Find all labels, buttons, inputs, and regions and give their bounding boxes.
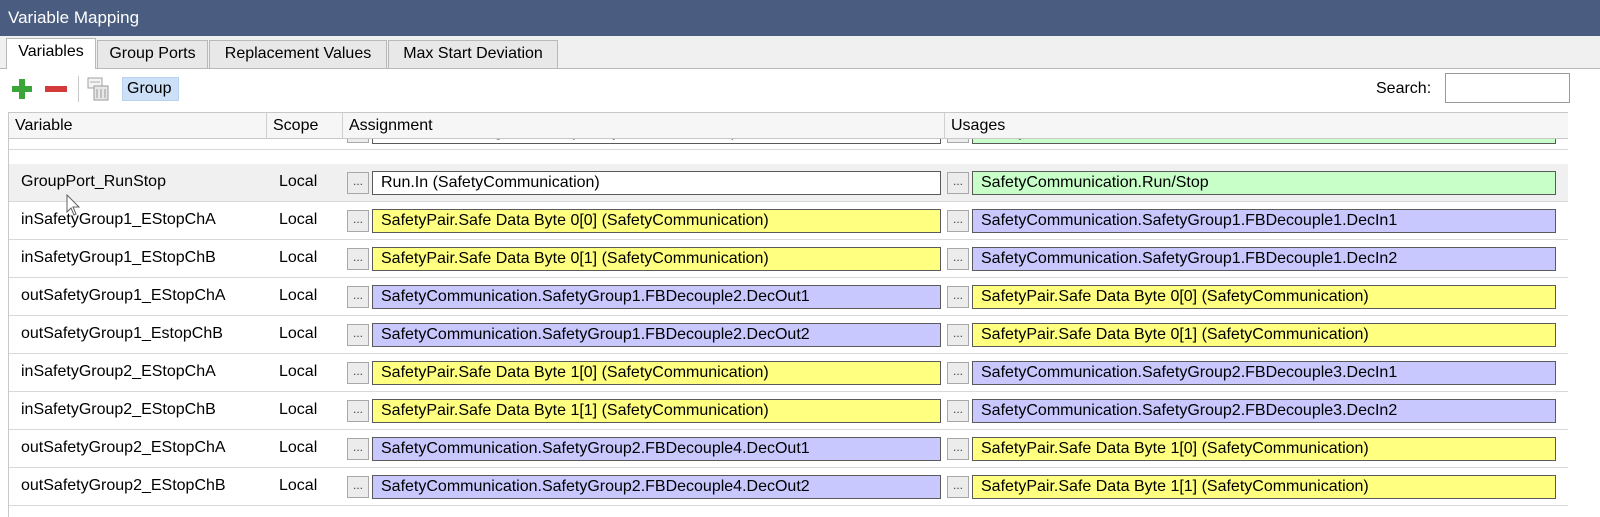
mouse-cursor-icon [66, 194, 81, 216]
table-row[interactable]: outSafetyGroup1_EStopChA Local... SafetyCo… [9, 278, 1568, 316]
usage-field[interactable]: SafetyPair.Safe Data Byte 0[0] (SafetyCo… [972, 285, 1556, 309]
column-header-variable[interactable]: Variable [9, 113, 267, 139]
usage-field[interactable]: SafetyCommunication.Run/Stop [972, 171, 1556, 195]
usage-browse-button[interactable]: ... [947, 324, 969, 346]
usage-browse-button[interactable]: ... [947, 210, 969, 232]
table-row[interactable]: inSafetyGroup2_EStopChA Local... SafetyPai… [9, 354, 1568, 392]
scope-value: Local [279, 325, 318, 342]
assignment-field[interactable]: SafetyCommunication.SafetyGroup2.FBDecou… [372, 475, 941, 499]
usage-browse-button[interactable]: ... [947, 438, 969, 460]
assignment-browse-button[interactable]: ... [347, 362, 369, 384]
assignment-field[interactable]: SafetyCommunication.SafetyGroup1.FBDecou… [372, 285, 941, 309]
assignment-field[interactable]: SafetyCommunication.SafetyGroup2.FBDecou… [372, 437, 941, 461]
usage-browse-button[interactable]: ... [947, 362, 969, 384]
variable-name: outSafetyGroup2_EStopChB [21, 477, 226, 494]
usage-browse-button[interactable]: ... [947, 172, 969, 194]
assignment-field[interactable]: SafetyCommunication.SafetyGroup1.FBDecou… [372, 323, 941, 347]
variable-name: inSafetyGroup1_EStopChA [21, 211, 216, 228]
usage-field[interactable]: SafetyCommunication.SafetyGroup1.FBDecou… [972, 247, 1556, 271]
assignment-field[interactable]: SafetyPair.Safe Data Byte 1[1] (SafetyCo… [372, 399, 941, 423]
assignment-browse-button[interactable]: ... [347, 400, 369, 422]
toolbar [0, 68, 1600, 110]
assignment-browse-button[interactable]: ... [347, 172, 369, 194]
table-row[interactable]: outSafetyGroup1_EstopChB Local... SafetyCo… [9, 316, 1568, 354]
usage-field[interactable]: SafetyCommunication.SafetyGroup2.FBDecou… [972, 399, 1556, 423]
assignment-field[interactable]: SafetyPair.Safe Data Byte 0[1] (SafetyCo… [372, 247, 941, 271]
variable-grid: GroupPort_ErrAckLocal...ErrorAcknowledge… [8, 112, 1568, 517]
usage-field[interactable]: SafetyCommunication.SafetyGroup1.FBDecou… [972, 209, 1556, 233]
search-label: Search: [1376, 80, 1432, 97]
scope-value: Local [279, 401, 318, 418]
column-header-assignment[interactable]: Assignment [343, 113, 945, 139]
table-row[interactable]: inSafetyGroup1_EStopChB Local... SafetyPai… [9, 240, 1568, 278]
grid-header: Variable Scope Assignment Usages [9, 112, 1568, 139]
table-row[interactable]: inSafetyGroup2_EStopChB Local... SafetyPai… [9, 392, 1568, 430]
assignment-field[interactable]: SafetyPair.Safe Data Byte 0[0] (SafetyCo… [372, 209, 941, 233]
variable-name: GroupPort_RunStop [21, 173, 166, 190]
column-header-scope[interactable]: Scope [267, 113, 343, 139]
table-row[interactable]: outSafetyGroup2_EStopChB Local... SafetyCo… [9, 468, 1568, 506]
assignment-browse-button[interactable]: ... [347, 286, 369, 308]
assignment-browse-button[interactable]: ... [347, 210, 369, 232]
minus-icon[interactable] [45, 78, 67, 100]
column-header-usages[interactable]: Usages [945, 113, 1568, 139]
table-row[interactable]: GroupPort_RunStop Local... Run.In (SafetyC… [9, 164, 1568, 202]
variable-name: outSafetyGroup1_EStopChA [21, 287, 226, 304]
assignment-field[interactable]: Run.In (SafetyCommunication) [372, 171, 941, 195]
group-button[interactable]: Group [122, 77, 179, 101]
usage-field[interactable]: SafetyCommunication.SafetyGroup2.FBDecou… [972, 361, 1556, 385]
usage-field[interactable]: SafetyPair.Safe Data Byte 0[1] (SafetyCo… [972, 323, 1556, 347]
scope-value: Local [279, 173, 318, 190]
variable-name: inSafetyGroup2_EStopChB [21, 401, 216, 418]
usage-browse-button[interactable]: ... [947, 400, 969, 422]
table-row[interactable]: inSafetyGroup1_EStopChA Local... SafetyPai… [9, 202, 1568, 240]
variable-name: inSafetyGroup1_EStopChB [21, 249, 216, 266]
usage-browse-button[interactable]: ... [947, 286, 969, 308]
tab-group-ports[interactable]: Group Ports [97, 40, 208, 68]
variable-name: outSafetyGroup1_EstopChB [21, 325, 223, 342]
scope-value: Local [279, 363, 318, 380]
tab-max-start-deviation[interactable]: Max Start Deviation [388, 40, 558, 68]
table-row[interactable]: outSafetyGroup2_EStopChA Local... SafetyCo… [9, 430, 1568, 468]
plus-icon[interactable] [11, 78, 33, 100]
assignment-field[interactable]: SafetyPair.Safe Data Byte 1[0] (SafetyCo… [372, 361, 941, 385]
tab-replacement-values[interactable]: Replacement Values [209, 40, 387, 68]
scope-value: Local [279, 287, 318, 304]
assignment-browse-button[interactable]: ... [347, 476, 369, 498]
usage-field[interactable]: SafetyPair.Safe Data Byte 1[0] (SafetyCo… [972, 437, 1556, 461]
usage-field[interactable]: SafetyPair.Safe Data Byte 1[1] (SafetyCo… [972, 475, 1556, 499]
assignment-browse-button[interactable]: ... [347, 248, 369, 270]
scope-value: Local [279, 477, 318, 494]
toolbar-separator [78, 76, 79, 102]
usage-browse-button[interactable]: ... [947, 476, 969, 498]
scope-value: Local [279, 439, 318, 456]
variable-name: inSafetyGroup2_EStopChA [21, 363, 216, 380]
tab-bar: Variables Group Ports Replacement Values… [0, 36, 1600, 69]
variable-name: outSafetyGroup2_EStopChA [21, 439, 226, 456]
usage-browse-button[interactable]: ... [947, 248, 969, 270]
assignment-browse-button[interactable]: ... [347, 324, 369, 346]
assignment-browse-button[interactable]: ... [347, 438, 369, 460]
scope-value: Local [279, 211, 318, 228]
scope-value: Local [279, 249, 318, 266]
tab-variables[interactable]: Variables [6, 38, 96, 69]
window-title: Variable Mapping [0, 0, 1600, 36]
search-input[interactable] [1445, 73, 1570, 103]
trash-icon[interactable] [86, 76, 112, 102]
